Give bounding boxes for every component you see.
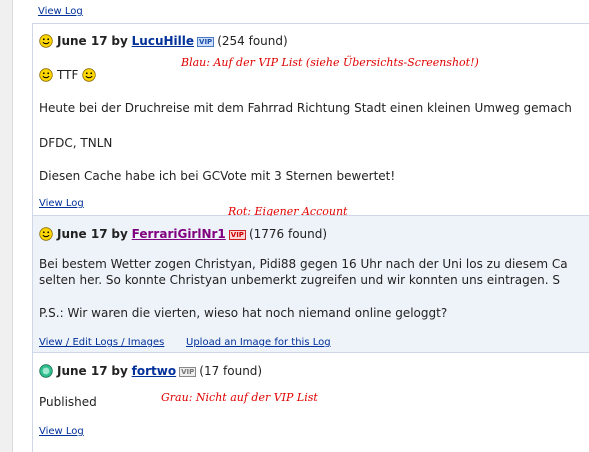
log-header: June 17 by fortwo VIP (17 found) — [39, 364, 262, 381]
annotation-gray: Grau: Nicht auf der VIP List — [161, 391, 318, 404]
view-log-link[interactable]: View Log — [39, 198, 84, 209]
log-text-line: Bei bestem Wetter zogen Christyan, Pidi8… — [39, 257, 568, 271]
log-text-line: Heute bei der Druchreise mit dem Fahrrad… — [39, 101, 572, 115]
log-header: June 17 by FerrariGirlNr1 VIP (1776 found) — [39, 227, 327, 244]
log-entry-fortwo: June 17 by fortwo VIP (17 found) Published… — [32, 353, 589, 452]
log-text-line: Diesen Cache habe ich bei GCVote mit 3 S… — [39, 169, 396, 183]
found-count: (1776 found) — [248, 227, 328, 241]
log-text-line: selten her. So konnte Christyan unbemerk… — [39, 273, 560, 287]
smile-icon — [39, 227, 53, 244]
log-text-line: DFDC, TNLN — [39, 136, 113, 150]
log-date: June 17 — [57, 34, 108, 48]
published-icon — [39, 364, 53, 381]
found-count: (254 found) — [217, 34, 288, 48]
log-text-line: P.S.: Wir waren die vierten, wieso hat n… — [39, 306, 448, 320]
log-by: by — [111, 227, 128, 241]
annotation-blue: Blau: Auf der VIP List (siehe Übersichts… — [181, 56, 479, 69]
vip-icon-gray[interactable]: VIP — [179, 367, 197, 377]
log-list: View Log June 17 by LucuHille VIP (254 fou… — [32, 0, 589, 452]
log-entry-ferrarigirlnr1: June 17 by FerrariGirlNr1 VIP (1776 found)… — [32, 216, 589, 352]
log-date: June 17 — [57, 227, 108, 241]
log-user-link[interactable]: LucuHille — [132, 34, 194, 48]
log-header: June 17 by LucuHille VIP (254 found) — [39, 34, 288, 51]
vip-icon-red[interactable]: VIP — [228, 230, 246, 240]
view-log-link[interactable]: View Log — [38, 6, 83, 17]
upload-image-link[interactable]: Upload an Image for this Log — [186, 337, 331, 348]
smile-icon — [39, 68, 53, 85]
smile-icon — [82, 68, 96, 85]
log-by: by — [111, 34, 128, 48]
log-date: June 17 — [57, 364, 108, 378]
log-user-link[interactable]: FerrariGirlNr1 — [132, 227, 226, 241]
view-log-link[interactable]: View Log — [39, 426, 84, 437]
smile-icon — [39, 34, 53, 51]
left-margin-strip — [0, 0, 13, 452]
log-by: by — [111, 364, 128, 378]
log-line-ttf: TTF — [39, 68, 100, 85]
ttf-text: TTF — [57, 68, 79, 82]
found-count: (17 found) — [199, 364, 263, 378]
log-entry-lucuhille: June 17 by LucuHille VIP (254 found) Blau:… — [32, 24, 589, 215]
log-text-line: Published — [39, 395, 97, 409]
log-user-link[interactable]: fortwo — [132, 364, 176, 378]
view-edit-logs-link[interactable]: View / Edit Logs / Images — [39, 337, 164, 348]
vip-icon-blue[interactable]: VIP — [197, 37, 215, 47]
